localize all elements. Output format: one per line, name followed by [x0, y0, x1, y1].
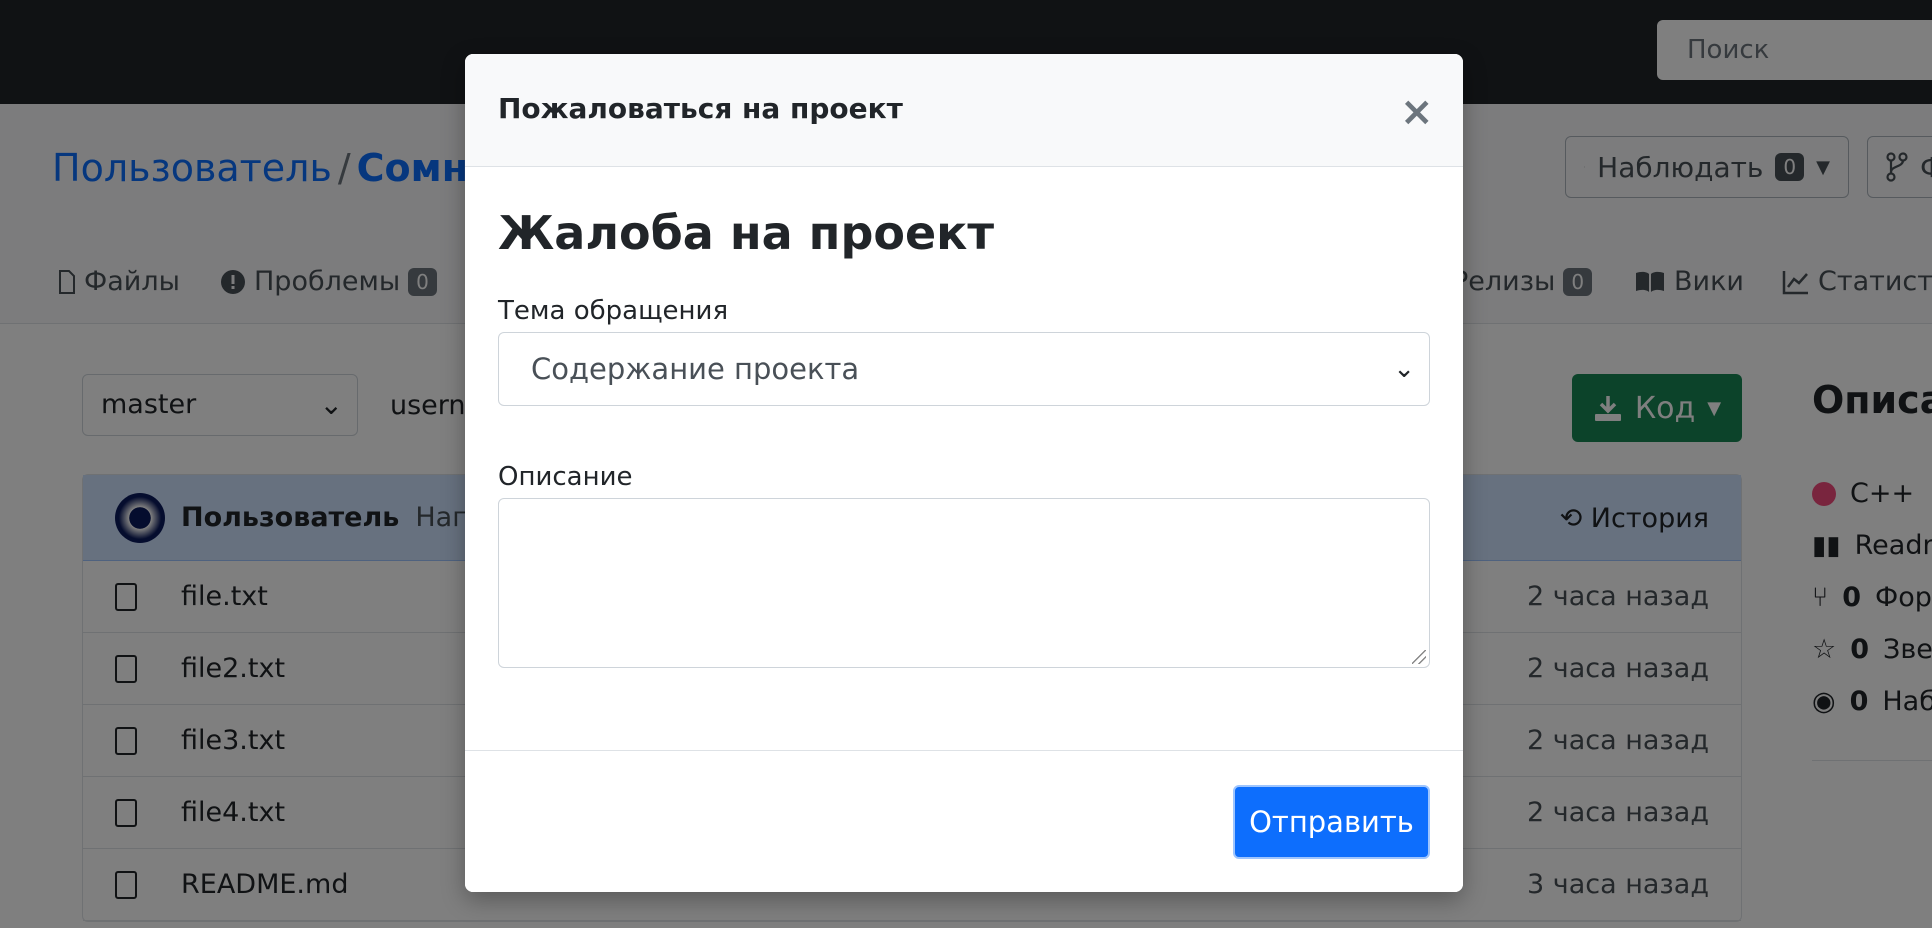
form-heading: Жалоба на проект [498, 206, 995, 260]
submit-button[interactable]: Отправить [1233, 785, 1430, 859]
chevron-down-icon: ⌄ [1393, 354, 1415, 384]
topic-label: Тема обращения [498, 296, 729, 326]
modal-title: Пожаловаться на проект [498, 92, 903, 125]
topic-select[interactable]: Содержание проекта ⌄ [498, 332, 1430, 406]
modal-footer: Отправить [465, 750, 1463, 892]
textarea-resize-handle[interactable] [1412, 650, 1426, 664]
report-project-modal: Пожаловаться на проект × Жалоба на проек… [465, 54, 1463, 892]
description-textarea[interactable] [498, 498, 1430, 668]
close-icon[interactable]: × [1400, 92, 1434, 132]
description-label: Описание [498, 462, 633, 492]
topic-selected-value: Содержание проекта [531, 352, 860, 386]
modal-header: Пожаловаться на проект × [465, 54, 1463, 167]
